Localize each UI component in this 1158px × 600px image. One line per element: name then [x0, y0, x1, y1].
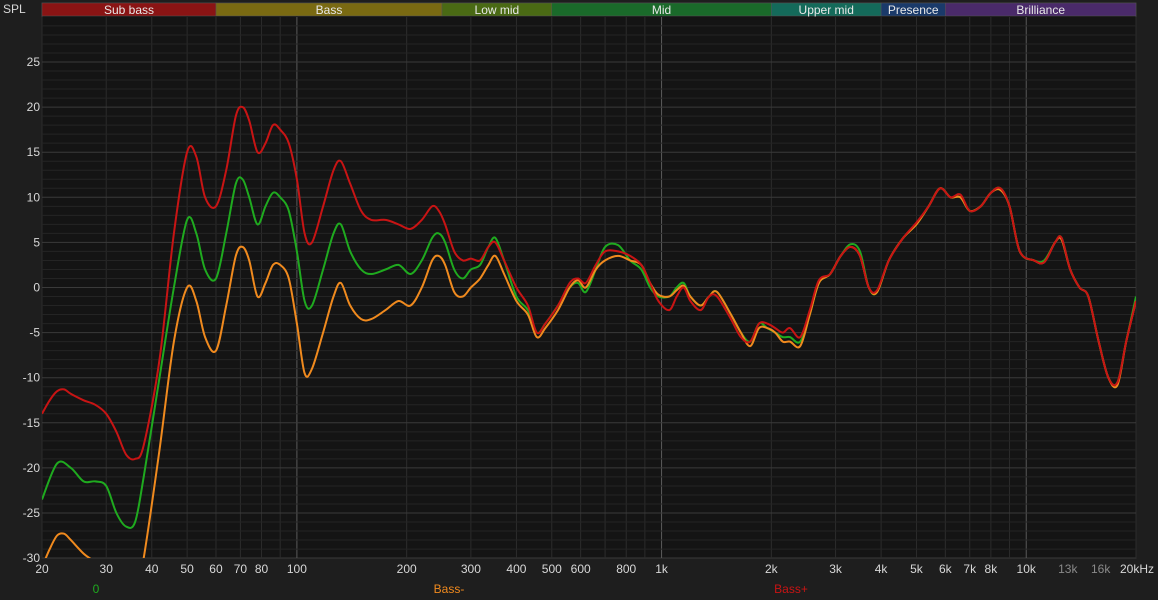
x-tick-label: 300	[461, 562, 481, 576]
x-tick-label: 50	[180, 562, 194, 576]
x-tick-label: 20	[35, 562, 49, 576]
y-tick-label: 25	[27, 55, 41, 69]
x-tick-label: 20kHz	[1120, 562, 1154, 576]
y-tick-label: 10	[27, 190, 41, 204]
legend-entry: 0	[93, 582, 100, 596]
x-tick-label: 7k	[963, 562, 977, 576]
band-label: Brilliance	[1016, 3, 1065, 17]
x-tick-label: 30	[100, 562, 114, 576]
x-tick-label: 400	[506, 562, 526, 576]
x-tick-label: 800	[616, 562, 636, 576]
frequency-bands: Sub bass Bass Low mid Mid Upper mid Presence B…	[41, 2, 1137, 17]
y-tick-label: 0	[33, 281, 40, 295]
x-tick-label: 80	[255, 562, 269, 576]
x-tick-label: 40	[145, 562, 159, 576]
x-tick-label: 3k	[829, 562, 843, 576]
x-tick-label: 200	[397, 562, 417, 576]
band-label: Upper mid	[799, 3, 854, 17]
x-tick-label: 60	[209, 562, 223, 576]
y-tick-label: -20	[23, 461, 41, 475]
y-tick-label: 5	[33, 235, 40, 249]
x-tick-label: 4k	[875, 562, 889, 576]
x-tick-label: 16k	[1091, 562, 1111, 576]
y-tick-label: -25	[23, 506, 41, 520]
y-tick-label: -15	[23, 416, 41, 430]
legend-entry: Bass-	[434, 582, 465, 596]
x-tick-label: 100	[287, 562, 307, 576]
legend-entry: Bass+	[774, 582, 808, 596]
y-tick-label: 20	[27, 100, 41, 114]
frequency-response-chart: Sub bass Bass Low mid Mid Upper mid Presence B…	[0, 0, 1158, 600]
band-label: Low mid	[475, 3, 520, 17]
x-tick-label: 6k	[939, 562, 953, 576]
x-tick-label: 500	[542, 562, 562, 576]
band-label: Presence	[888, 3, 939, 17]
plot-area	[41, 2, 1137, 559]
band-label: Mid	[652, 3, 671, 17]
y-tick-label: 15	[27, 145, 41, 159]
x-tick-label: 1k	[655, 562, 669, 576]
x-tick-label: 70	[234, 562, 248, 576]
x-tick-label: 13k	[1058, 562, 1078, 576]
band-label: Sub bass	[104, 3, 154, 17]
y-tick-label: -5	[29, 326, 40, 340]
band-label: Bass	[316, 3, 343, 17]
y-tick-label: -10	[23, 371, 41, 385]
x-tick-label: 5k	[910, 562, 924, 576]
x-tick-label: 2k	[765, 562, 779, 576]
x-tick-label: 10k	[1017, 562, 1037, 576]
x-tick-label: 600	[571, 562, 591, 576]
y-axis-label: SPL	[3, 2, 26, 16]
x-tick-label: 8k	[985, 562, 999, 576]
